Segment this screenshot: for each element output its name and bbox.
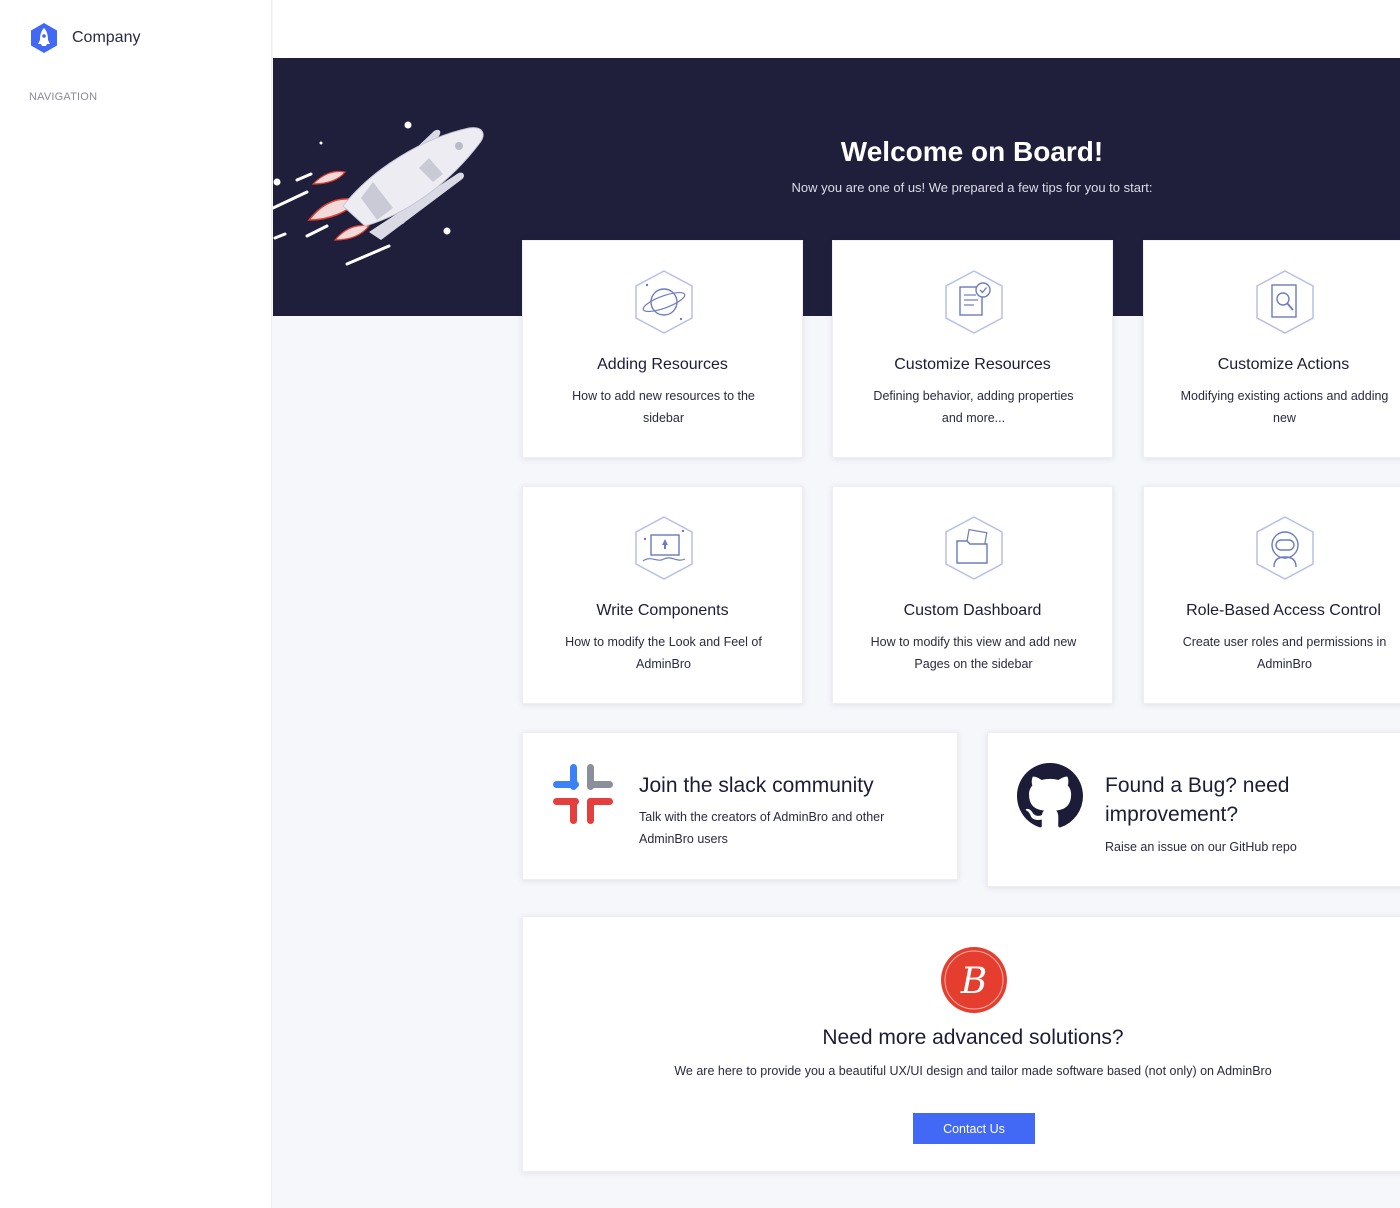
tip-description: How to add new resources to the sidebar (572, 389, 755, 425)
slack-title: Join the slack community (639, 774, 874, 797)
tip-card-adding-resources[interactable]: Adding Resources How to add new resource… (522, 240, 803, 458)
contact-us-button[interactable]: Contact Us (913, 1113, 1035, 1144)
navigation-heading: NAVIGATION (29, 91, 98, 103)
github-description: Raise an issue on our GitHub repo (1105, 840, 1297, 854)
tip-card-role-based-access[interactable]: Role-Based Access Control Create user ro… (1143, 486, 1400, 704)
tip-description: Modifying existing actions and adding ne… (1180, 389, 1389, 425)
tip-card-custom-dashboard[interactable]: Custom Dashboard How to modify this view… (832, 486, 1113, 704)
slack-community-card[interactable]: Join the slack community Talk with the c… (522, 732, 958, 880)
advanced-solutions-card: B Need more advanced solutions? We are h… (522, 916, 1400, 1172)
tip-card-write-components[interactable]: Write Components How to modify the Look … (522, 486, 803, 704)
tip-card-customize-resources[interactable]: Customize Resources Defining behavior, a… (832, 240, 1113, 458)
astronaut-icon (1256, 516, 1314, 580)
tip-title: Customize Resources (894, 356, 1051, 373)
rocket-illustration-icon (273, 121, 484, 266)
sidebar: Company NAVIGATION (0, 0, 272, 1208)
brand-name: Company (72, 29, 141, 46)
slack-description: Talk with the creators of AdminBro and o… (639, 810, 885, 846)
folder-icon (945, 516, 1003, 580)
tip-title: Customize Actions (1217, 356, 1350, 373)
github-logo-icon (1017, 763, 1083, 828)
advanced-description: We are here to provide you a beautiful U… (674, 1064, 1272, 1078)
tip-description: How to modify the Look and Feel of Admin… (565, 635, 762, 671)
tip-description: Defining behavior, adding properties and… (873, 389, 1074, 425)
search-document-icon (1256, 270, 1314, 334)
advanced-title: Need more advanced solutions? (822, 1026, 1124, 1049)
rocket-screen-icon (635, 516, 693, 580)
tip-description: How to modify this view and add new Page… (870, 635, 1077, 671)
svg-text:B: B (960, 961, 987, 1002)
hero-title: Welcome on Board! (840, 136, 1104, 167)
document-check-icon (945, 270, 1003, 334)
company-logo-icon (31, 23, 57, 53)
tip-title: Role-Based Access Control (1186, 602, 1381, 619)
tip-title: Custom Dashboard (903, 602, 1042, 619)
tip-title: Adding Resources (597, 356, 728, 373)
tip-description: Create user roles and permissions in Adm… (1182, 635, 1387, 671)
planet-icon (635, 270, 693, 334)
tip-title: Write Components (596, 602, 729, 619)
github-title: Found a Bug? need improvement? (1105, 774, 1290, 826)
hero-subtitle: Now you are one of us! We prepared a few… (791, 180, 1153, 195)
brand[interactable]: Company (28, 22, 140, 54)
tip-card-customize-actions[interactable]: Customize Actions Modifying existing act… (1143, 240, 1400, 458)
softwarebrothers-logo-icon: B (941, 947, 1007, 1013)
topbar (273, 0, 1400, 58)
github-issue-card[interactable]: Found a Bug? need improvement? Raise an … (987, 732, 1400, 887)
slack-logo-icon (553, 764, 613, 824)
